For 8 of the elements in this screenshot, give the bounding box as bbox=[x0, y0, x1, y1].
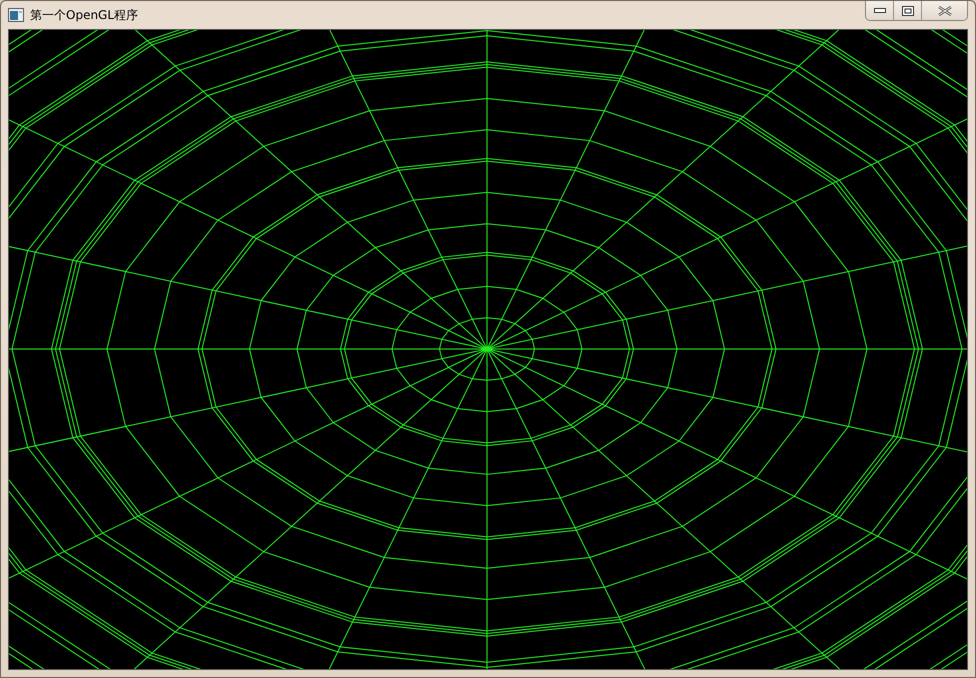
maximize-button[interactable] bbox=[894, 1, 922, 20]
close-button[interactable] bbox=[922, 1, 967, 20]
maximize-icon bbox=[902, 6, 914, 16]
minimize-button[interactable] bbox=[866, 1, 894, 20]
window-title: 第一个OpenGL程序 bbox=[30, 6, 138, 24]
minimize-icon bbox=[874, 8, 886, 14]
close-icon bbox=[938, 6, 952, 16]
window-icon bbox=[8, 8, 24, 22]
